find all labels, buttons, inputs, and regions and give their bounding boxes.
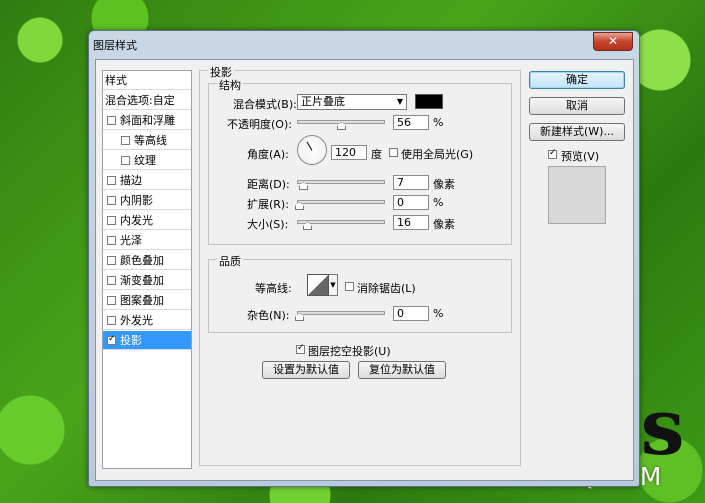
knockout-label[interactable]: 图层挖空投影(U) bbox=[308, 343, 391, 359]
noise-slider-track[interactable] bbox=[297, 311, 385, 315]
style-preview-box bbox=[548, 166, 606, 224]
spread-label: 扩展(R): bbox=[247, 198, 289, 211]
style-item-checkbox[interactable] bbox=[107, 315, 116, 325]
contour-dropdown-arrow[interactable]: ▼ bbox=[329, 274, 338, 296]
distance-slider-track[interactable] bbox=[297, 180, 385, 184]
size-label: 大小(S): bbox=[247, 218, 289, 231]
style-item-checkbox[interactable] bbox=[107, 195, 116, 205]
style-item[interactable]: 内阴影 bbox=[103, 191, 191, 210]
size-unit: 像素 bbox=[433, 218, 455, 231]
noise-unit: % bbox=[433, 307, 444, 320]
style-item-label: 图案叠加 bbox=[120, 294, 164, 307]
style-item-label: 内发光 bbox=[120, 214, 153, 227]
blend-mode-label: 混合模式(B): bbox=[233, 98, 297, 111]
style-item-checkbox[interactable] bbox=[107, 255, 116, 265]
ok-button[interactable]: 确定 bbox=[529, 71, 625, 89]
spread-unit: % bbox=[433, 196, 444, 209]
style-item[interactable]: 外发光 bbox=[103, 311, 191, 330]
structure-title: 结构 bbox=[217, 77, 243, 93]
style-item[interactable]: 等高线 bbox=[103, 131, 191, 150]
angle-needle bbox=[306, 141, 313, 151]
style-item-label: 光泽 bbox=[120, 234, 142, 247]
new-style-button[interactable]: 新建样式(W)... bbox=[529, 123, 625, 141]
quality-group: 品质 等高线: ▼ 消除锯齿(L) 杂色(N): 0 % bbox=[208, 253, 512, 333]
style-item[interactable]: 内发光 bbox=[103, 211, 191, 230]
style-item-checkbox[interactable] bbox=[107, 235, 116, 245]
make-default-button[interactable]: 设置为默认值 bbox=[262, 361, 350, 379]
style-item[interactable]: 渐变叠加 bbox=[103, 271, 191, 290]
blend-mode-value: 正片叠底 bbox=[301, 95, 345, 108]
dialog-title: 图层样式 bbox=[93, 39, 137, 52]
opacity-label: 不透明度(O): bbox=[227, 118, 292, 131]
global-light-label[interactable]: 使用全局光(G) bbox=[401, 146, 473, 162]
opacity-input[interactable]: 56 bbox=[393, 115, 429, 130]
close-icon: ✕ bbox=[607, 34, 619, 48]
style-item[interactable]: 描边 bbox=[103, 171, 191, 190]
layer-style-dialog: 图层样式 ✕ 样式 混合选项:自定 斜面和浮雕等高线纹理描边内阴影内发光光泽颜色… bbox=[88, 30, 640, 487]
style-item-label: 外发光 bbox=[120, 314, 153, 327]
distance-unit: 像素 bbox=[433, 178, 455, 191]
style-item[interactable]: 纹理 bbox=[103, 151, 191, 170]
style-item-checkbox[interactable] bbox=[107, 275, 116, 285]
style-item-label: 描边 bbox=[120, 174, 142, 187]
dialog-client: 样式 混合选项:自定 斜面和浮雕等高线纹理描边内阴影内发光光泽颜色叠加渐变叠加图… bbox=[95, 59, 634, 481]
spread-input[interactable]: 0 bbox=[393, 195, 429, 210]
noise-input[interactable]: 0 bbox=[393, 306, 429, 321]
style-item-label: 内阴影 bbox=[120, 194, 153, 207]
preview-checkbox[interactable] bbox=[548, 148, 557, 159]
style-item[interactable]: 颜色叠加 bbox=[103, 251, 191, 270]
drop-shadow-panel: 投影 结构 混合模式(B): 正片叠底 ▼ 不透明度(O): 56 % 角度(A… bbox=[199, 64, 521, 466]
style-item-checkbox[interactable] bbox=[121, 135, 130, 145]
antialias-checkbox[interactable] bbox=[345, 282, 354, 291]
style-list: 样式 混合选项:自定 斜面和浮雕等高线纹理描边内阴影内发光光泽颜色叠加渐变叠加图… bbox=[102, 70, 192, 469]
style-item-label: 渐变叠加 bbox=[120, 274, 164, 287]
style-item-checkbox[interactable] bbox=[107, 334, 116, 345]
quality-title: 品质 bbox=[217, 253, 243, 269]
close-button[interactable]: ✕ bbox=[593, 32, 633, 51]
contour-label: 等高线: bbox=[255, 282, 292, 295]
style-item-checkbox[interactable] bbox=[107, 115, 116, 125]
angle-input[interactable]: 120 bbox=[331, 145, 367, 160]
contour-picker[interactable] bbox=[307, 274, 329, 296]
distance-label: 距离(D): bbox=[247, 178, 290, 191]
blend-options-item[interactable]: 混合选项:自定 bbox=[103, 91, 191, 110]
style-list-header[interactable]: 样式 bbox=[103, 71, 191, 90]
chevron-down-icon: ▼ bbox=[396, 97, 403, 106]
style-item-checkbox[interactable] bbox=[121, 155, 130, 165]
spread-slider-track[interactable] bbox=[297, 200, 385, 204]
style-item[interactable]: 斜面和浮雕 bbox=[103, 111, 191, 130]
global-light-checkbox[interactable] bbox=[389, 148, 398, 157]
angle-label: 角度(A): bbox=[247, 148, 289, 161]
noise-label: 杂色(N): bbox=[247, 309, 290, 322]
distance-input[interactable]: 7 bbox=[393, 175, 429, 190]
reset-default-button[interactable]: 复位为默认值 bbox=[358, 361, 446, 379]
shadow-color-swatch[interactable] bbox=[415, 94, 443, 109]
size-slider-track[interactable] bbox=[297, 220, 385, 224]
contour-linear-icon bbox=[308, 275, 328, 295]
style-item[interactable]: 光泽 bbox=[103, 231, 191, 250]
cancel-button[interactable]: 取消 bbox=[529, 97, 625, 115]
style-item-checkbox[interactable] bbox=[107, 295, 116, 305]
style-item-checkbox[interactable] bbox=[107, 215, 116, 225]
style-item[interactable]: 图案叠加 bbox=[103, 291, 191, 310]
angle-unit: 度 bbox=[371, 148, 382, 161]
style-item-label: 等高线 bbox=[134, 134, 167, 147]
style-item-label: 颜色叠加 bbox=[120, 254, 164, 267]
style-item-label: 纹理 bbox=[134, 154, 156, 167]
style-item-label: 投影 bbox=[120, 334, 142, 347]
antialias-label[interactable]: 消除锯齿(L) bbox=[357, 280, 416, 296]
style-item-label: 斜面和浮雕 bbox=[120, 114, 175, 127]
knockout-checkbox[interactable] bbox=[296, 343, 305, 354]
style-item[interactable]: 投影 bbox=[103, 331, 191, 350]
blend-mode-select[interactable]: 正片叠底 ▼ bbox=[297, 94, 407, 110]
structure-group: 结构 混合模式(B): 正片叠底 ▼ 不透明度(O): 56 % 角度(A): … bbox=[208, 77, 512, 245]
opacity-unit: % bbox=[433, 116, 444, 129]
angle-dial[interactable] bbox=[297, 135, 327, 165]
style-item-checkbox[interactable] bbox=[107, 175, 116, 185]
size-input[interactable]: 16 bbox=[393, 215, 429, 230]
preview-label[interactable]: 预览(V) bbox=[561, 148, 599, 164]
